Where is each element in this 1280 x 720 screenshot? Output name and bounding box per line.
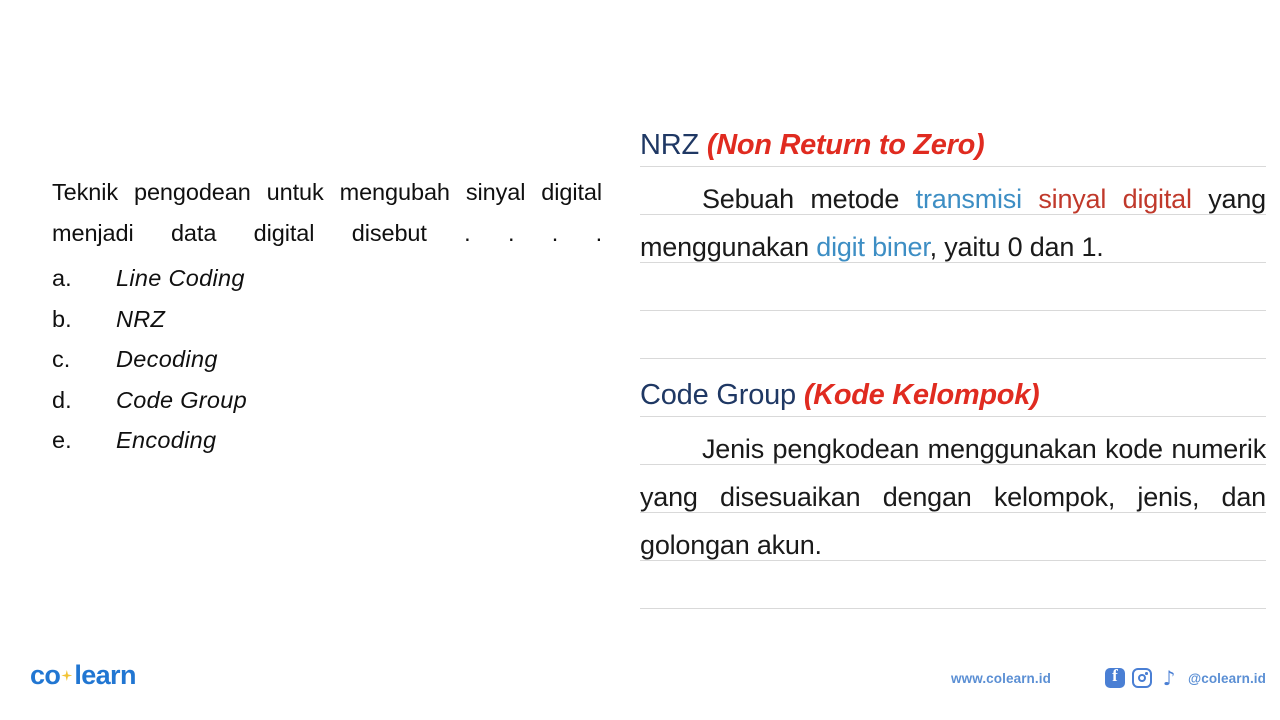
option-marker: b.	[52, 305, 72, 332]
answer-option-a[interactable]: a. Line Coding	[52, 258, 602, 299]
answer-option-e[interactable]: e. Encoding	[52, 420, 602, 461]
answer-options-list: a. Line Coding b. NRZ c. Decoding d. Cod…	[52, 258, 602, 461]
question-stem: Teknik pengodean untuk mengubah sinyal d…	[52, 179, 602, 246]
rule-line	[640, 310, 1266, 311]
explanation-panel: NRZ (Non Return to Zero) Sebuah metode t…	[640, 0, 1266, 640]
heading-term: Code Group	[640, 379, 804, 411]
answer-option-b[interactable]: b. NRZ	[52, 299, 602, 340]
instagram-icon[interactable]	[1131, 668, 1152, 688]
section-body-code-group: Jenis pengkodean menggunakan kode numeri…	[640, 434, 1266, 560]
heading-gloss: (Non Return to Zero)	[706, 129, 985, 161]
body-text-part: Sebuah metode	[702, 184, 916, 214]
keyword-digit-biner: digit biner	[816, 232, 930, 262]
question-panel: Teknik pengodean untuk mengubah sinyal d…	[52, 172, 602, 461]
heading-gloss: (Kode Kelompok)	[803, 379, 1040, 411]
option-text: Decoding	[116, 346, 218, 372]
instagram-lens	[1137, 674, 1146, 682]
explanation-section-code-group: Code Group (Kode Kelompok) Jenis pengkod…	[640, 374, 1266, 569]
explanation-section-nrz: NRZ (Non Return to Zero) Sebuah metode t…	[640, 124, 1266, 271]
section-heading-nrz: NRZ (Non Return to Zero)	[640, 124, 1266, 166]
star-icon	[61, 670, 73, 681]
answer-option-c[interactable]: c. Decoding	[52, 339, 602, 380]
option-text: Code Group	[116, 386, 248, 413]
tiktok-icon[interactable]: ♪	[1159, 668, 1179, 688]
heading-term: NRZ	[640, 129, 707, 161]
social-handle[interactable]: @colearn.id	[1188, 671, 1266, 686]
option-marker: e.	[52, 427, 72, 453]
logo-text-co: co	[30, 660, 61, 690]
body-text-part: , yaitu 0 dan 1.	[929, 232, 1104, 262]
option-text: NRZ	[116, 305, 166, 332]
option-marker: d.	[52, 386, 72, 413]
option-marker: c.	[52, 346, 71, 372]
footer-social-bar: www.colearn.id ♪ @colearn.id	[951, 666, 1266, 688]
option-text: Encoding	[116, 427, 217, 453]
option-text: Line Coding	[116, 265, 245, 291]
keyword-sinyal-digital: sinyal digital	[1038, 184, 1192, 214]
section-heading-code-group: Code Group (Kode Kelompok)	[640, 374, 1266, 416]
instagram-flash-dot	[1145, 672, 1148, 675]
colearn-logo[interactable]: co learn	[30, 660, 136, 691]
logo-text-learn: learn	[74, 660, 136, 690]
rule-line	[640, 608, 1266, 609]
section-body-nrz: Sebuah metode transmisi sinyal digital y…	[640, 166, 1266, 271]
option-marker: a.	[52, 265, 72, 291]
website-url[interactable]: www.colearn.id	[951, 671, 1051, 686]
facebook-icon[interactable]	[1104, 666, 1125, 688]
rule-line	[640, 358, 1266, 359]
answer-option-d[interactable]: d. Code Group	[52, 380, 602, 421]
keyword-transmisi: transmisi	[915, 184, 1039, 214]
